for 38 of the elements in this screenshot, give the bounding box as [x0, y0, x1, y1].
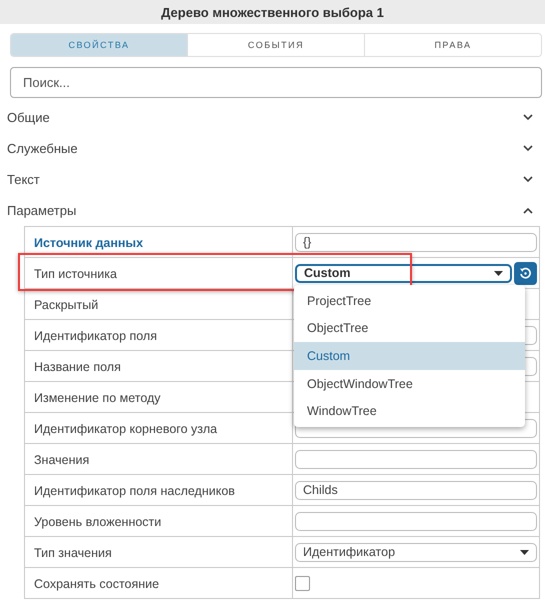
- section-header[interactable]: Текст: [7, 172, 40, 187]
- window-title: Дерево множественного выбора 1: [0, 0, 545, 24]
- input-field[interactable]: [295, 512, 537, 530]
- property-label: Источник данных: [34, 236, 144, 250]
- dropdown-option[interactable]: Custom: [294, 342, 525, 370]
- section-header[interactable]: Служебные: [7, 141, 78, 156]
- section-header[interactable]: Общие: [7, 110, 50, 125]
- property-label: Тип источника: [34, 266, 117, 280]
- dropdown-option[interactable]: ObjectWindowTree: [294, 370, 525, 398]
- property-label: Идентификатор поля: [34, 328, 157, 342]
- property-label: Изменение по методу: [34, 390, 161, 404]
- input-field[interactable]: [295, 450, 537, 468]
- section-header[interactable]: Параметры: [7, 203, 76, 218]
- input-field[interactable]: Childs: [295, 480, 537, 500]
- checkbox[interactable]: [295, 576, 310, 590]
- select-field[interactable]: Идентификатор: [295, 542, 537, 562]
- property-label: Название поля: [34, 360, 121, 374]
- property-label: Уровень вложенности: [34, 514, 162, 528]
- property-label: Тип значения: [34, 546, 112, 560]
- tab[interactable]: ПРАВА: [364, 34, 541, 56]
- reset-button[interactable]: [514, 262, 537, 284]
- property-label: Идентификатор корневого узла: [34, 422, 218, 436]
- chevron-down-icon: [523, 145, 533, 152]
- property-label: Раскрытый: [34, 298, 98, 312]
- reset-icon: [519, 266, 532, 280]
- chevron-up-icon: [523, 207, 533, 214]
- property-label: Сохранять состояние: [34, 576, 160, 590]
- search-field[interactable]: Поиск...: [10, 67, 542, 98]
- dropdown-option[interactable]: WindowTree: [294, 397, 525, 425]
- caret-icon: [494, 270, 503, 276]
- dropdown-option[interactable]: ObjectTree: [294, 314, 525, 342]
- caret-icon: [520, 550, 529, 554]
- chevron-down-icon: [523, 114, 533, 121]
- select-field[interactable]: Custom: [295, 264, 512, 282]
- property-label: Идентификатор поля наследников: [34, 484, 235, 498]
- property-label: Значения: [34, 452, 90, 466]
- input-field[interactable]: {}: [295, 232, 537, 252]
- chevron-down-icon: [523, 176, 533, 183]
